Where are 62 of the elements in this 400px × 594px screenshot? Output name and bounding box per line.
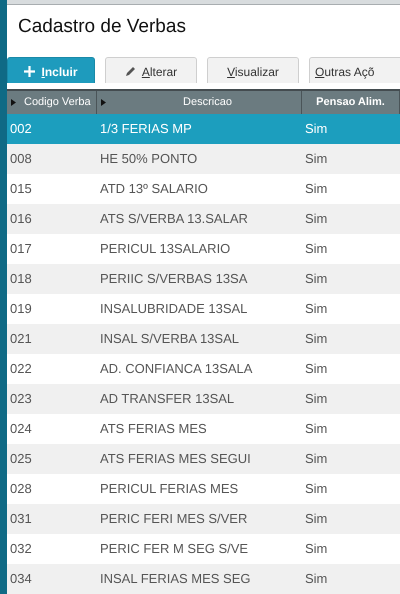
table-cell-text: 015	[9, 180, 33, 198]
table-cell-text: 017	[9, 240, 33, 258]
table-row[interactable]: 023 AD TRANSFER 13SAL Sim	[7, 384, 400, 414]
table-cell-text: 008	[9, 150, 33, 168]
table-row[interactable]: 021 INSAL S/VERBA 13SAL Sim	[7, 324, 400, 354]
table-row[interactable]: 025 ATS FERIAS MES SEGUI Sim	[7, 444, 400, 474]
table-cell-text: 025	[9, 450, 33, 468]
table-cell-text: Sim	[304, 420, 328, 438]
table-cell-text: INSAL FERIAS MES SEG	[99, 570, 252, 588]
table-cell-text: ATD 13º SALARIO	[99, 180, 209, 198]
table-cell-text: 1/3 FERIAS MP	[99, 120, 193, 138]
table-cell-text: PERICUL 13SALARIO	[99, 240, 232, 258]
table-cell-text: Sim	[304, 270, 328, 288]
table-cell-text: 021	[9, 330, 33, 348]
table-row[interactable]: 008 HE 50% PONTO Sim	[7, 144, 400, 174]
table-cell-text: Sim	[304, 570, 328, 588]
table-cell-text: Sim	[304, 180, 328, 198]
table-cell-text: 028	[9, 480, 33, 498]
table-cell-text: INSAL S/VERBA 13SAL	[99, 330, 240, 348]
table-cell-text: Sim	[304, 210, 328, 228]
table-cell-text: 018	[9, 270, 33, 288]
table-cell-text: ATS FERIAS MES	[99, 420, 208, 438]
table-cell-text: Sim	[304, 360, 328, 378]
toolbar-button[interactable]: Visualizar	[207, 56, 299, 84]
toolbar-button[interactable]: Outras Açõ	[309, 56, 400, 84]
table-cell-text: 024	[9, 420, 33, 438]
table-cell-text: 022	[9, 360, 33, 378]
table-row[interactable]: 016 ATS S/VERBA 13.SALAR Sim	[7, 204, 400, 234]
table-cell-text: Sim	[304, 480, 328, 498]
table-cell-text: 019	[9, 300, 33, 318]
table-cell-text: Sim	[304, 240, 328, 258]
page-title: Cadastro de Verbas	[18, 14, 187, 39]
toolbar-button[interactable]: Alterar	[105, 56, 197, 84]
table-cell-text: 034	[9, 570, 33, 588]
table-row[interactable]: 031 PERIC FERI MES S/VER Sim	[7, 504, 400, 534]
table-cell-text: 032	[9, 540, 33, 558]
table-cell-text: PERIIC S/VERBAS 13SA	[99, 270, 248, 288]
table-cell-text: Sim	[304, 300, 328, 318]
table-cell-text: 031	[9, 510, 33, 528]
table-cell-text: ATS FERIAS MES SEGUI	[99, 450, 252, 468]
table-cell-text: INSALUBRIDADE 13SAL	[99, 300, 248, 318]
table-cell-text: Sim	[304, 120, 328, 138]
table-cell-text: PERICUL FERIAS MES	[99, 480, 240, 498]
table-cell-text: PERIC FERI MES S/VER	[99, 510, 248, 528]
table-cell-text: Sim	[304, 390, 328, 408]
table-cell-text: Sim	[304, 510, 328, 528]
table-row[interactable]: 034 INSAL FERIAS MES SEG Sim	[7, 564, 400, 594]
table-cell-text: Sim	[304, 450, 328, 468]
table-cell-text: 016	[9, 210, 33, 228]
pencil-icon	[124, 66, 136, 78]
table-cell-text: 023	[9, 390, 33, 408]
table-cell-text: Sim	[304, 330, 328, 348]
table-cell-text: AD TRANSFER 13SAL	[99, 390, 236, 408]
table-cell-text: 002	[9, 120, 33, 138]
table-cell-text: Sim	[304, 540, 328, 558]
table-cell-text: ATS S/VERBA 13.SALAR	[99, 210, 249, 228]
table-cell-text: AD. CONFIANCA 13SALA	[99, 360, 254, 378]
table-row[interactable]: 018 PERIIC S/VERBAS 13SA Sim	[7, 264, 400, 294]
table-cell-text: PERIC FER M SEG S/VE	[99, 540, 250, 558]
table-cell-text: HE 50% PONTO	[99, 150, 198, 168]
plus-icon	[24, 66, 36, 78]
table-cell-text: Sim	[304, 150, 328, 168]
